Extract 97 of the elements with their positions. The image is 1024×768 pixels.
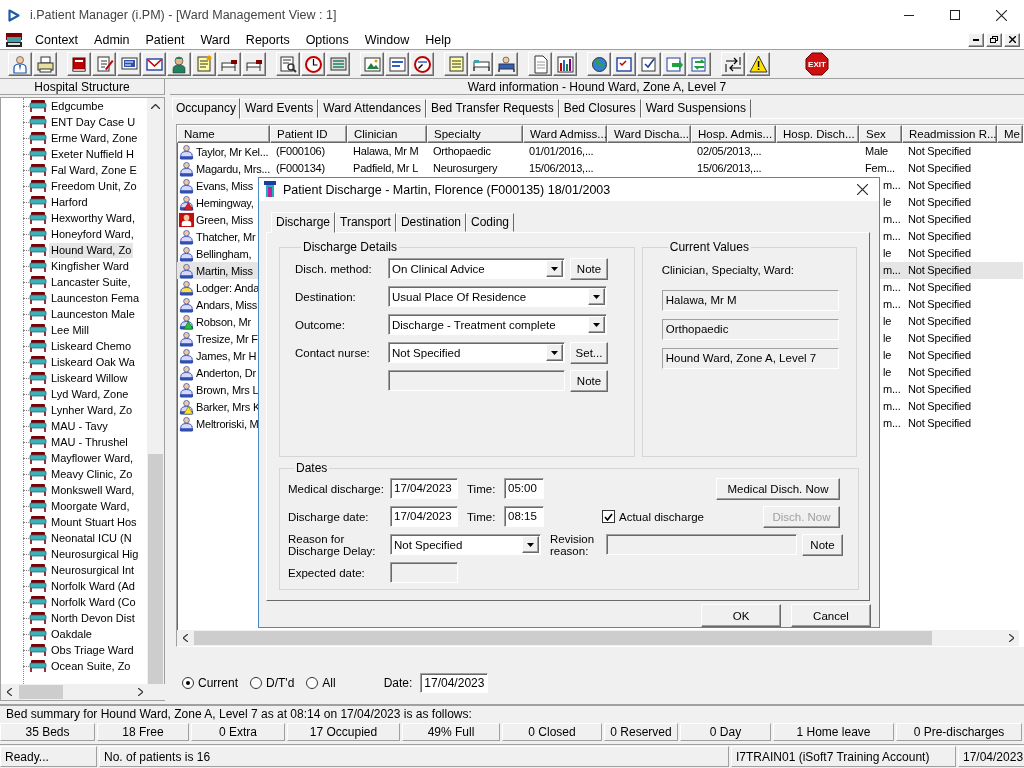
table-cell: Not Specified (908, 383, 971, 395)
panel-header: Ward information - Hound Ward, Zone A, Level 7 (170, 79, 1024, 95)
field-label: Outcome: (295, 318, 346, 331)
table-cell: Not Specified (908, 213, 971, 225)
table-cell: Not Specified (908, 332, 971, 344)
table-cell: Not Specified (908, 264, 971, 276)
table-cell: Bellingham, (196, 247, 252, 261)
table-cell: le (883, 315, 892, 327)
table-cell: Not Specified (908, 400, 971, 412)
table-cell: Andars, Miss (196, 298, 258, 312)
table-cell: m... (883, 213, 901, 225)
table-cell: Not Specified (908, 230, 971, 242)
table-cell: m... (883, 179, 901, 191)
table-cell: Tresize, Mr F (196, 332, 258, 346)
group-title: Discharge Details (302, 240, 399, 254)
table-cell: le (883, 349, 892, 361)
field-label: Disch. method: (295, 262, 373, 275)
summary-text: Bed summary for Hound Ward, Zone A, Level 7 as at 08:14 on 17/04/2023 is as follows: (5, 706, 473, 723)
summary-count: 0 Pre-discharges (896, 723, 1022, 742)
table-cell: Anderton, Dr (196, 366, 256, 380)
table-cell: Green, Miss (196, 213, 254, 227)
table-cell: Neurosurgery (433, 162, 498, 174)
table-cell: m... (883, 417, 901, 429)
field-label: Time: (467, 510, 497, 523)
table-cell: Not Specified (908, 315, 971, 327)
group-title: Dates (295, 461, 329, 475)
status-text: No. of patients is 16 (99, 746, 729, 767)
field-label: Discharge date: (288, 510, 370, 523)
table-cell: Robson, Mr (196, 315, 251, 329)
table-cell: Padfield, Mr L (353, 162, 419, 174)
summary-count: 18 Free (97, 723, 189, 742)
table-cell: le (883, 247, 892, 259)
table-cell: Not Specified (908, 196, 971, 208)
table-cell: Not Specified (908, 349, 971, 361)
field-label: Destination: (295, 290, 357, 303)
field-label: Date: (383, 676, 413, 690)
table-cell: Not Specified (908, 366, 971, 378)
group-title: Current Values (668, 240, 750, 254)
table-cell: Not Specified (908, 145, 971, 157)
panel-header: Hospital Structure (0, 79, 165, 95)
field-label: Expected date: (288, 566, 366, 579)
table-cell: m... (883, 230, 901, 242)
status-text: 17/04/2023 (958, 746, 1024, 767)
field-label: Reason for Discharge Delay: (288, 532, 377, 557)
table-cell: Not Specified (908, 417, 971, 429)
table-cell: 01/01/2016,... (529, 145, 594, 157)
table-cell: Fem... (865, 162, 895, 174)
table-cell: Not Specified (908, 281, 971, 293)
table-cell: Male (865, 145, 889, 157)
field-label: Clinician, Specialty, Ward: (661, 264, 796, 276)
table-cell: 02/05/2013,... (697, 145, 762, 157)
table-cell: Thatcher, Mr (196, 230, 256, 244)
table-cell: le (883, 366, 892, 378)
field-label: Medical discharge: (288, 482, 385, 495)
table-cell: Martin, Miss (196, 264, 253, 278)
table-cell: Taylor, Mr Kel... (196, 145, 269, 159)
summary-count: 1 Home leave (773, 723, 894, 742)
table-cell: Not Specified (908, 247, 971, 259)
table-cell: Not Specified (908, 298, 971, 310)
readonly-field: Halawa, Mr M (661, 290, 839, 311)
table-cell: m... (883, 383, 901, 395)
table-cell: 15/06/2013,... (697, 162, 762, 174)
field-label: Revision reason: (550, 532, 596, 557)
field-label: Contact nurse: (295, 346, 371, 359)
window-title: i.Patient Manager (i.PM) - [Ward Management View : 1] (30, 8, 337, 22)
field-label: Time: (467, 482, 497, 495)
table-cell: Evans, Miss (196, 179, 254, 193)
table-cell: Not Specified (908, 179, 971, 191)
summary-count: 0 Reserved (604, 723, 678, 742)
table-cell: m... (883, 264, 901, 276)
readonly-field: Hound Ward, Zone A, Level 7 (661, 348, 839, 369)
table-cell: (F000106) (276, 145, 325, 157)
summary-count: 35 Beds (0, 723, 95, 742)
summary-count: 49% Full (402, 723, 500, 742)
table-cell: (F000134) (276, 162, 325, 174)
table-cell: Hemingway, (196, 196, 254, 210)
table-cell: Meltroriski, M (196, 417, 259, 431)
table-cell: Not Specified (908, 162, 971, 174)
summary-count: 17 Occupied (287, 723, 400, 742)
summary-count: 0 Extra (191, 723, 285, 742)
table-cell: James, Mr H (196, 349, 257, 363)
table-cell: m... (883, 281, 901, 293)
status-text: Ready... (0, 746, 97, 767)
table-cell: Halawa, Mr M (353, 145, 419, 157)
table-cell: 15/06/2013,... (529, 162, 594, 174)
status-text: I7TRAIN01 (iSoft7 Training Account) (731, 746, 956, 767)
summary-count: 0 Day (680, 723, 771, 742)
table-cell: Orthopaedic (433, 145, 491, 157)
summary-count: 0 Closed (502, 723, 602, 742)
table-cell: Brown, Mrs L (196, 383, 259, 397)
readonly-field: Orthopaedic (661, 319, 839, 340)
table-cell: le (883, 196, 892, 208)
table-cell: le (883, 332, 892, 344)
dialog-title: Patient Discharge - Martin, Florence (F000135) 18/01/2003 (283, 182, 611, 197)
table-cell: Magardu, Mrs... (196, 162, 270, 176)
table-cell: m... (883, 400, 901, 412)
table-cell: m... (883, 298, 901, 310)
